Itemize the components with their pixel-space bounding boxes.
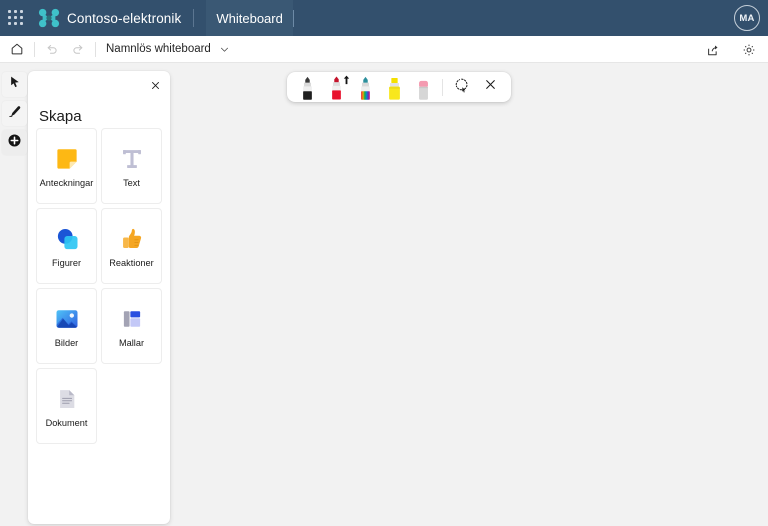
pen-icon — [7, 104, 22, 124]
close-ink-toolbar-button[interactable] — [477, 73, 504, 101]
gear-icon[interactable] — [736, 39, 762, 61]
create-panel: Skapa Anteckningar Text Figurer Reaktion… — [28, 71, 170, 524]
close-icon — [484, 78, 497, 96]
lasso-select-button[interactable] — [448, 73, 475, 101]
share-icon[interactable] — [700, 39, 726, 61]
create-card-label: Figurer — [51, 258, 82, 269]
pen-black-icon — [299, 76, 316, 107]
create-card-label: Reaktioner — [109, 258, 154, 269]
pen-tool[interactable] — [2, 101, 27, 126]
text-icon — [116, 143, 148, 175]
create-card-reactions[interactable]: Reaktioner — [101, 208, 162, 284]
shapes-icon — [51, 223, 83, 255]
chevron-down-icon[interactable] — [219, 44, 230, 55]
create-card-text[interactable]: Text — [101, 128, 162, 204]
redo-icon[interactable] — [65, 38, 91, 60]
lasso-select-icon — [454, 77, 470, 98]
pen-red[interactable] — [323, 73, 350, 101]
pen-selected-arrow-icon — [342, 72, 351, 90]
app-launcher-icon[interactable] — [8, 10, 24, 26]
brand-block[interactable]: Contoso-elektronik — [38, 8, 181, 28]
command-bar: Namnlös whiteboard — [0, 36, 768, 63]
create-card-images[interactable]: Bilder — [36, 288, 97, 364]
ink-toolbar-divider — [442, 78, 443, 96]
page-title: Skapa — [39, 108, 82, 125]
home-icon[interactable] — [4, 38, 30, 60]
highlighter-yellow[interactable] — [381, 73, 408, 101]
eraser-icon — [415, 76, 432, 107]
whiteboard-canvas[interactable]: Skapa Anteckningar Text Figurer Reaktion… — [0, 63, 768, 526]
command-bar-right-group — [700, 36, 762, 63]
document-icon — [51, 383, 83, 415]
contoso-logo-icon — [38, 8, 60, 28]
pen-rainbow[interactable] — [352, 73, 379, 101]
ink-toolbar — [287, 72, 511, 102]
command-divider-2 — [95, 41, 96, 57]
pen-black[interactable] — [294, 73, 321, 101]
create-card-notes[interactable]: Anteckningar — [36, 128, 97, 204]
eraser[interactable] — [410, 73, 437, 101]
thumbs-up-icon — [116, 223, 148, 255]
insert-tool[interactable] — [2, 130, 27, 155]
sticky-note-icon — [51, 143, 83, 175]
select-tool[interactable] — [2, 72, 27, 97]
highlighter-yellow-icon — [386, 76, 403, 107]
avatar[interactable]: MA — [734, 5, 760, 31]
org-name: Contoso-elektronik — [67, 10, 182, 26]
avatar-initials: MA — [739, 12, 755, 24]
create-card-label: Dokument — [45, 418, 88, 429]
templates-icon — [116, 303, 148, 335]
header-divider — [193, 9, 195, 27]
create-card-label: Bilder — [54, 338, 79, 349]
tab-whiteboard[interactable]: Whiteboard — [206, 0, 293, 36]
plus-circle-icon — [7, 133, 22, 153]
suite-header-bar: Contoso-elektronik Whiteboard MA — [0, 0, 768, 36]
tab-edge-divider — [292, 9, 294, 27]
undo-icon[interactable] — [39, 38, 65, 60]
pen-rainbow-icon — [357, 76, 374, 107]
tab-whiteboard-label: Whiteboard — [216, 10, 283, 26]
create-card-documents[interactable]: Dokument — [36, 368, 97, 444]
create-card-label: Text — [123, 178, 140, 189]
document-title[interactable]: Namnlös whiteboard — [106, 43, 211, 55]
create-card-label: Mallar — [118, 338, 144, 349]
close-icon[interactable] — [146, 76, 164, 94]
create-card-shapes[interactable]: Figurer — [36, 208, 97, 284]
tool-rail — [2, 72, 27, 155]
cursor-icon — [8, 75, 22, 94]
create-card-label: Anteckningar — [39, 178, 94, 189]
image-icon — [51, 303, 83, 335]
create-card-grid: Anteckningar Text Figurer Reaktioner Bil… — [36, 128, 162, 444]
create-card-templates[interactable]: Mallar — [101, 288, 162, 364]
command-divider-1 — [34, 41, 35, 57]
